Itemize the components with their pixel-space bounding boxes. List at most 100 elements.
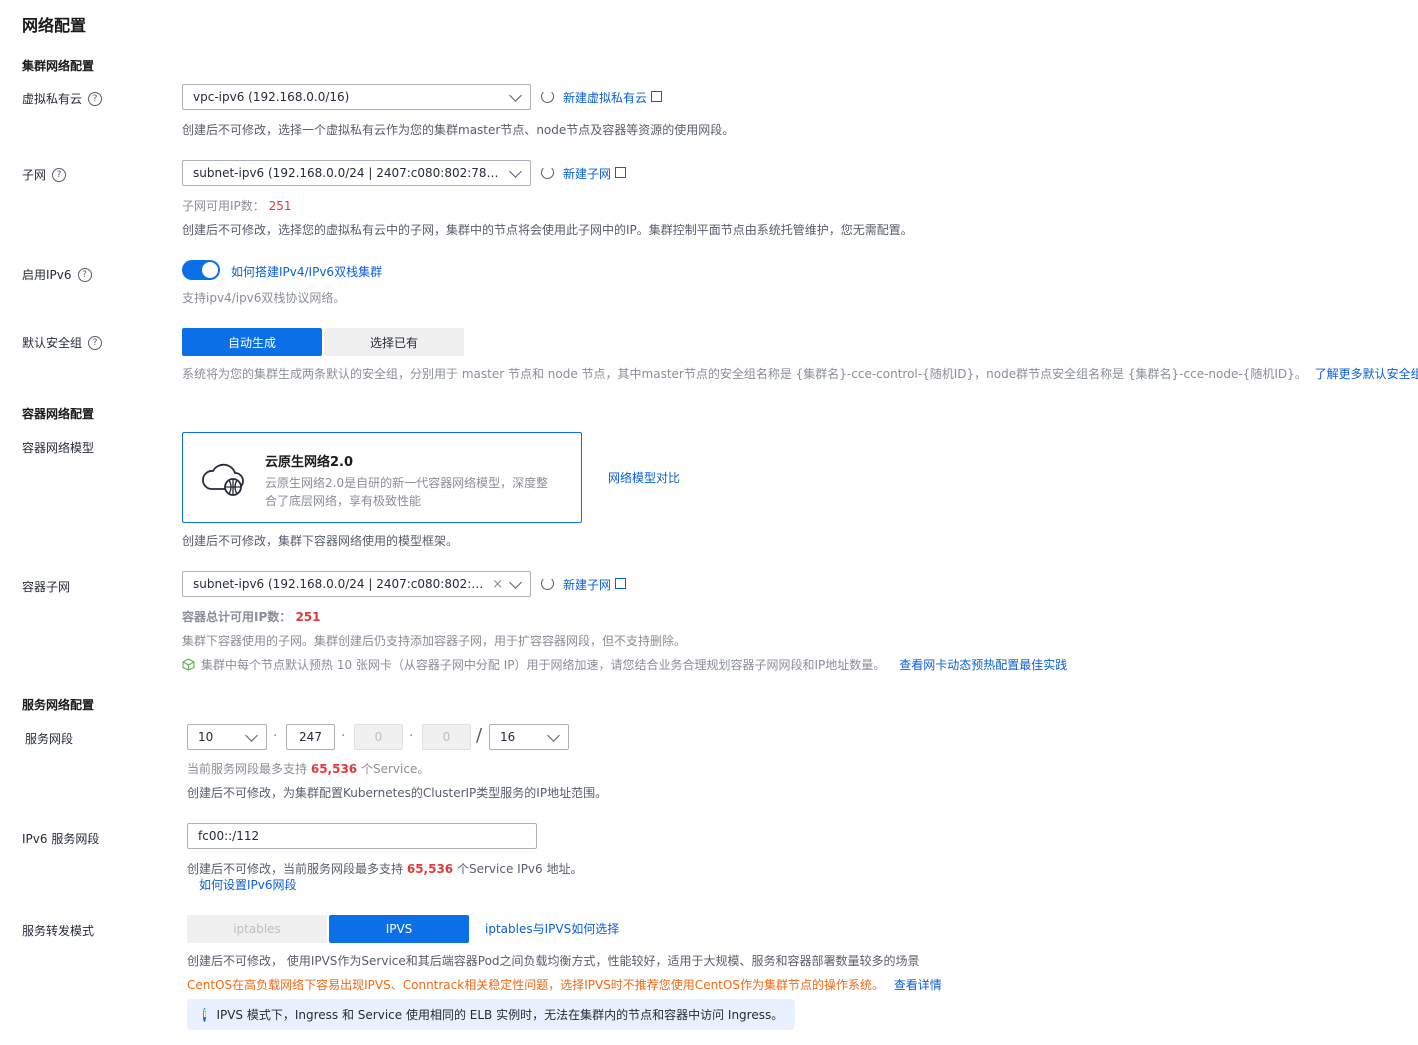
external-link-icon: [651, 91, 663, 102]
subnet-available-label: 子网可用IP数：: [182, 199, 265, 213]
security-group-hint: 系统将为您的集群生成两条默认的安全组，分别用于 master 节点和 node …: [182, 367, 1307, 381]
service-cidr-label: 服务网段: [25, 732, 74, 746]
chevron-down-icon: [509, 575, 522, 589]
container-network-model-label: 容器网络模型: [22, 441, 95, 455]
refresh-icon[interactable]: [541, 90, 554, 103]
forward-mode-howto-link[interactable]: iptables与IPVS如何选择: [485, 920, 619, 937]
forward-mode-warning: CentOS在高负载网络下容易出现IPVS、Conntrack相关稳定性问题，选…: [187, 976, 942, 993]
service-cidr-support-count: 65,536: [310, 762, 358, 776]
container-subnet-tip-link[interactable]: 查看网卡动态预热配置最佳实践: [899, 656, 1067, 673]
container-subnet-select-value: subnet-ipv6 (192.168.0.0/24 | 2407:c080:…: [193, 577, 487, 591]
ipv6-hint: 支持ipv4/ipv6双栈协议网络。: [182, 291, 346, 305]
container-subnet-hint: 集群下容器使用的子网。集群创建后仍支持添加容器子网，用于扩容容器网段，但不支持删…: [182, 634, 687, 648]
network-model-compare-link[interactable]: 网络模型对比: [608, 469, 680, 486]
refresh-icon[interactable]: [541, 577, 554, 590]
help-icon[interactable]: ?: [88, 335, 103, 350]
mask-value: 16: [500, 730, 516, 744]
ipvs-info-text: IPVS 模式下，Ingress 和 Service 使用相同的 ELB 实例时…: [216, 1008, 784, 1022]
external-link-icon: [615, 578, 627, 589]
ip-dot-separator: ·: [273, 728, 278, 744]
forward-mode-ipvs-option[interactable]: IPVS: [329, 915, 469, 943]
ipv6-hint-prefix: 创建后不可修改，当前服务网段最多支持: [187, 862, 404, 876]
forward-mode-iptables-option: iptables: [187, 915, 327, 943]
cluster-network-heading: 集群网络配置: [22, 59, 95, 73]
service-cidr-support-prefix: 当前服务网段最多支持: [187, 762, 308, 776]
create-vpc-link[interactable]: 新建虚拟私有云: [563, 89, 663, 106]
ip-dot-separator: ·: [341, 728, 346, 744]
network-model-card[interactable]: 云原生网络2.0 云原生网络2.0是自研的新一代容器网络模型，深度整 合了底层网…: [182, 432, 582, 523]
octet1-value: 10: [198, 730, 214, 744]
create-subnet-link-text: 新建子网: [563, 167, 612, 181]
container-subnet-select[interactable]: subnet-ipv6 (192.168.0.0/24 | 2407:c080:…: [182, 571, 531, 597]
info-icon: i: [203, 1007, 207, 1022]
container-subnet-label: 容器子网: [22, 580, 71, 594]
container-total-count: 251: [295, 610, 321, 624]
create-container-subnet-link-text: 新建子网: [563, 578, 612, 592]
ipv6-service-cidr-label: IPv6 服务网段: [22, 832, 100, 846]
service-cidr-hint: 创建后不可修改，为集群配置Kubernetes的ClusterIP类型服务的IP…: [187, 786, 608, 800]
security-group-hint-line: 系统将为您的集群生成两条默认的安全组，分别用于 master 节点和 node …: [182, 365, 1418, 382]
forward-mode-warning-text: CentOS在高负载网络下容易出现IPVS、Conntrack相关稳定性问题，选…: [187, 978, 884, 992]
ipv6-label: 启用IPv6 ?: [22, 266, 92, 283]
clear-icon[interactable]: ×: [492, 577, 503, 592]
ipv6-label-text: 启用IPv6: [22, 268, 72, 282]
ipv6-toggle[interactable]: [182, 260, 220, 280]
container-network-heading: 容器网络配置: [22, 407, 95, 421]
chevron-down-icon: [245, 728, 258, 742]
forward-mode-hint: 创建后不可修改， 使用IPVS作为Service和其后端容器Pod之间负载均衡方…: [187, 954, 920, 968]
forward-mode-details-link[interactable]: 查看详情: [894, 978, 942, 992]
mask-slash: /: [476, 725, 483, 746]
service-network-heading: 服务网络配置: [22, 698, 95, 712]
ipv6-hint-suffix: 个Service IPv6 地址。: [456, 862, 583, 876]
service-cidr-support: 当前服务网段最多支持 65,536 个Service。: [187, 760, 429, 777]
security-group-rules-link[interactable]: 了解更多默认安全组规则: [1315, 367, 1418, 381]
vpc-select[interactable]: vpc-ipv6 (192.168.0.0/16): [182, 84, 531, 110]
cloud-network-icon: [202, 463, 244, 496]
subnet-available-ip: 子网可用IP数： 251: [182, 197, 292, 214]
ipvs-info-banner: i IPVS 模式下，Ingress 和 Service 使用相同的 ELB 实…: [187, 999, 795, 1030]
service-cidr-mask-select[interactable]: 16: [489, 724, 569, 750]
service-cidr-octet1-select[interactable]: 10: [187, 724, 267, 750]
service-cidr-octet3-input: 0: [354, 724, 403, 750]
create-vpc-link-text: 新建虚拟私有云: [563, 91, 648, 105]
subnet-available-count: 251: [268, 199, 292, 213]
network-model-card-title: 云原生网络2.0: [265, 455, 354, 470]
security-group-label: 默认安全组 ?: [22, 334, 103, 351]
security-group-auto-option[interactable]: 自动生成: [182, 328, 322, 356]
ipv6-service-cidr-input[interactable]: fc00::/112: [187, 823, 537, 849]
vpc-label: 虚拟私有云 ?: [22, 90, 103, 107]
ipv6-cidr-howto-link[interactable]: 如何设置IPv6网段: [199, 876, 297, 893]
subnet-hint: 创建后不可修改，选择您的虚拟私有云中的子网，集群中的节点将会使用此子网中的IP。…: [182, 223, 913, 237]
ipv6-dual-stack-link[interactable]: 如何搭建IPv4/IPv6双栈集群: [231, 263, 382, 280]
page-title: 网络配置: [22, 16, 87, 35]
ip-dot-separator: ·: [409, 728, 414, 744]
service-cidr-support-suffix: 个Service。: [360, 762, 430, 776]
subnet-label-text: 子网: [22, 168, 47, 182]
container-total-ip: 容器总计可用IP数： 251: [182, 608, 321, 625]
subnet-select-value: subnet-ipv6 (192.168.0.0/24 | 2407:c080:…: [193, 166, 503, 180]
ipv6-hint-count: 65,536: [406, 862, 454, 876]
vpc-select-value: vpc-ipv6 (192.168.0.0/16): [193, 90, 350, 104]
ipv6-service-cidr-hint: 创建后不可修改，当前服务网段最多支持 65,536 个Service IPv6 …: [187, 860, 582, 877]
chevron-down-icon: [509, 88, 522, 102]
create-container-subnet-link[interactable]: 新建子网: [563, 576, 627, 593]
network-model-card-desc-1: 云原生网络2.0是自研的新一代容器网络模型，深度整: [265, 476, 549, 490]
service-cidr-octet4-input: 0: [422, 724, 471, 750]
refresh-icon[interactable]: [541, 166, 554, 179]
vpc-label-text: 虚拟私有云: [22, 92, 83, 106]
help-icon[interactable]: ?: [77, 267, 92, 282]
chevron-down-icon: [547, 728, 560, 742]
help-icon[interactable]: ?: [52, 167, 67, 182]
network-model-hint: 创建后不可修改，集群下容器网络使用的模型框架。: [182, 534, 459, 548]
help-icon[interactable]: ?: [88, 91, 103, 106]
security-group-label-text: 默认安全组: [22, 336, 83, 350]
create-subnet-link[interactable]: 新建子网: [563, 165, 627, 182]
container-subnet-tip-text: 集群中每个节点默认预热 10 张网卡（从容器子网中分配 IP）用于网络加速，请您…: [201, 658, 886, 672]
security-group-existing-option[interactable]: 选择已有: [324, 328, 464, 356]
forward-mode-label: 服务转发模式: [22, 924, 95, 938]
service-cidr-octet2-input[interactable]: 247: [286, 724, 335, 750]
cube-icon: [182, 658, 195, 671]
subnet-label: 子网 ?: [22, 166, 67, 183]
subnet-select[interactable]: subnet-ipv6 (192.168.0.0/24 | 2407:c080:…: [182, 160, 531, 186]
vpc-hint: 创建后不可修改，选择一个虚拟私有云作为您的集群master节点、node节点及容…: [182, 123, 735, 137]
